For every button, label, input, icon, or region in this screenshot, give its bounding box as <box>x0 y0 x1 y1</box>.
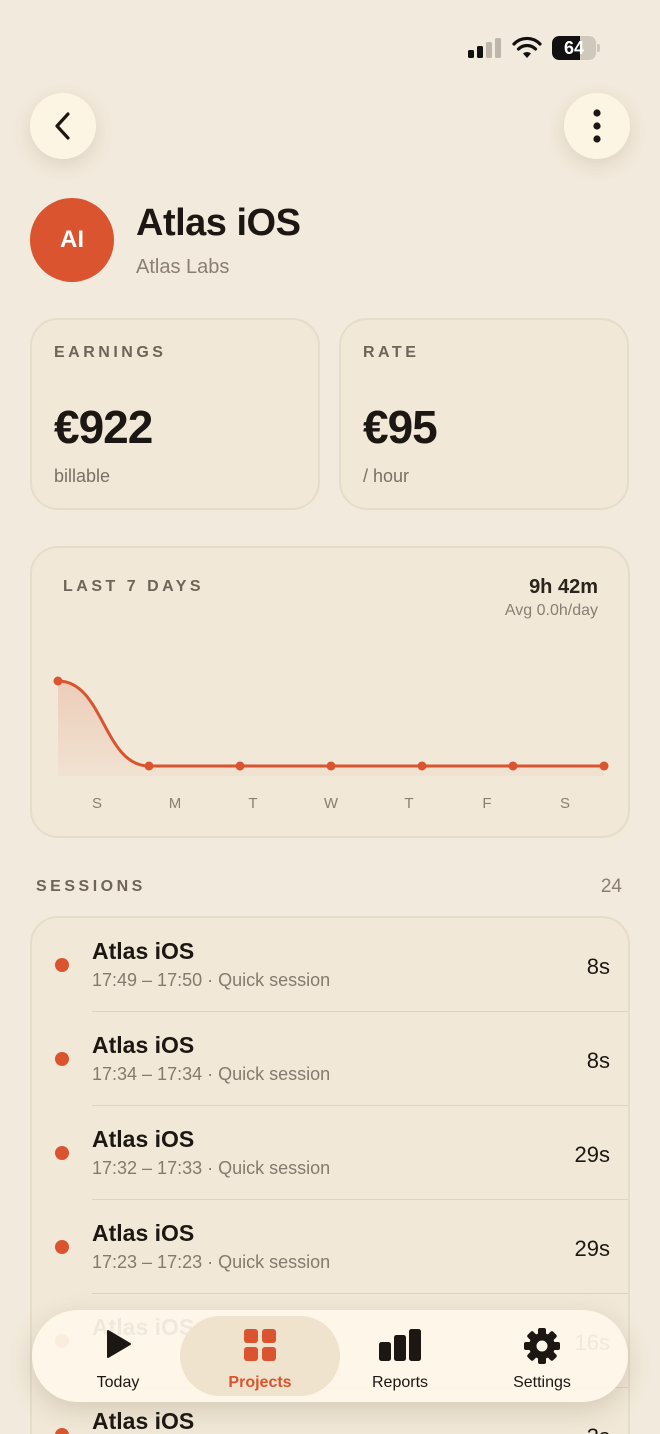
gear-icon <box>524 1328 560 1364</box>
last-7-days-chart-card: S M T W T F S LAST 7 DAYS 9h 42m Avg 0.0h/day <box>30 546 630 838</box>
session-duration: 8s <box>586 954 610 979</box>
chart-title: LAST 7 DAYS <box>63 578 205 595</box>
session-row[interactable]: Atlas iOS 17:32 – 17:33 · Quick session 29… <box>32 1106 628 1200</box>
chart-point <box>235 761 245 771</box>
session-row[interactable]: Atlas iOS 17:23 – 17:23 · Quick session 29… <box>32 1200 628 1294</box>
bar-chart-icon <box>379 1329 421 1361</box>
session-time: 17:34 – 17:34 · Quick session <box>92 1064 331 1084</box>
chart-point <box>144 761 154 771</box>
rate-value: €95 <box>363 401 438 453</box>
session-name: Atlas iOS <box>92 1408 195 1434</box>
session-name: Atlas iOS <box>92 1032 195 1058</box>
back-button[interactable] <box>30 93 96 159</box>
more-vertical-icon <box>593 109 601 143</box>
sessions-count: 24 <box>600 876 622 897</box>
session-name: Atlas iOS <box>92 1220 195 1246</box>
status-bar: 64 <box>0 0 660 96</box>
chart-point <box>508 761 518 771</box>
session-duration: 3s <box>587 1424 610 1434</box>
session-time: 17:49 – 17:50 · Quick session <box>92 970 331 990</box>
session-row[interactable]: Atlas iOS 17:49 – 17:50 · Quick session 8s <box>32 918 628 1012</box>
client-name: Atlas Labs <box>136 256 230 278</box>
session-status-dot <box>55 958 69 972</box>
chart-x-tick-label: T <box>404 795 413 812</box>
earnings-value: €922 <box>54 401 153 453</box>
wifi-icon <box>512 36 542 58</box>
grid-icon <box>244 1329 276 1361</box>
tab-projects[interactable]: Projects <box>180 1316 340 1396</box>
page-title: Atlas iOS <box>136 202 301 244</box>
chart-point <box>326 761 336 771</box>
earnings-card: EARNINGS €922 billable <box>30 318 320 510</box>
more-options-button[interactable] <box>564 93 630 159</box>
battery-icon: 64 <box>552 36 600 60</box>
chevron-left-icon <box>55 112 70 140</box>
tab-projects-label: Projects <box>228 1374 292 1391</box>
tab-settings-label: Settings <box>513 1374 571 1391</box>
session-time: 17:23 – 17:23 · Quick session <box>92 1252 331 1272</box>
tab-settings[interactable]: Settings <box>462 1316 622 1396</box>
tab-today-label: Today <box>96 1374 140 1391</box>
chart-x-tick-label: W <box>324 795 339 812</box>
chart-x-tick-label: T <box>248 795 257 812</box>
session-row[interactable]: Atlas iOS 17:34 – 17:34 · Quick session 8s <box>32 1012 628 1106</box>
tab-today[interactable]: Today <box>38 1316 198 1396</box>
session-name: Atlas iOS <box>92 938 195 964</box>
rate-label: RATE <box>363 344 420 361</box>
earnings-sub: billable <box>54 466 111 486</box>
chart-point <box>417 761 427 771</box>
session-duration: 29s <box>574 1142 610 1167</box>
sessions-header: SESSIONS <box>36 878 146 895</box>
tab-reports[interactable]: Reports <box>320 1316 480 1396</box>
chart-average: Avg 0.0h/day <box>504 602 598 619</box>
session-status-dot <box>55 1240 69 1254</box>
chart-x-tick-label: S <box>560 795 570 812</box>
chart-x-tick-label: F <box>482 795 491 812</box>
session-status-dot <box>55 1146 69 1160</box>
rate-card: RATE €95 / hour <box>339 318 629 510</box>
cellular-signal-icon <box>468 38 501 58</box>
chart-x-tick-label: M <box>169 795 182 812</box>
chart-total: 9h 42m <box>529 576 598 598</box>
session-duration: 8s <box>586 1048 610 1073</box>
chart-series-line <box>57 679 604 768</box>
play-icon <box>107 1330 131 1358</box>
chart-point <box>53 676 63 686</box>
session-duration: 29s <box>574 1236 610 1261</box>
project-avatar: AI <box>30 198 114 282</box>
tab-reports-label: Reports <box>371 1374 429 1391</box>
chart-point <box>599 761 609 771</box>
session-status-dot <box>55 1052 69 1066</box>
tab-bar: Today Projects Reports Settings <box>32 1310 628 1402</box>
session-name: Atlas iOS <box>92 1126 195 1152</box>
earnings-label: EARNINGS <box>54 344 167 361</box>
session-time: 17:32 – 17:33 · Quick session <box>92 1158 331 1178</box>
session-status-dot <box>55 1428 69 1434</box>
battery-percentage: 64 <box>563 38 585 58</box>
rate-sub: / hour <box>363 466 410 486</box>
chart-x-tick-label: S <box>92 795 102 812</box>
